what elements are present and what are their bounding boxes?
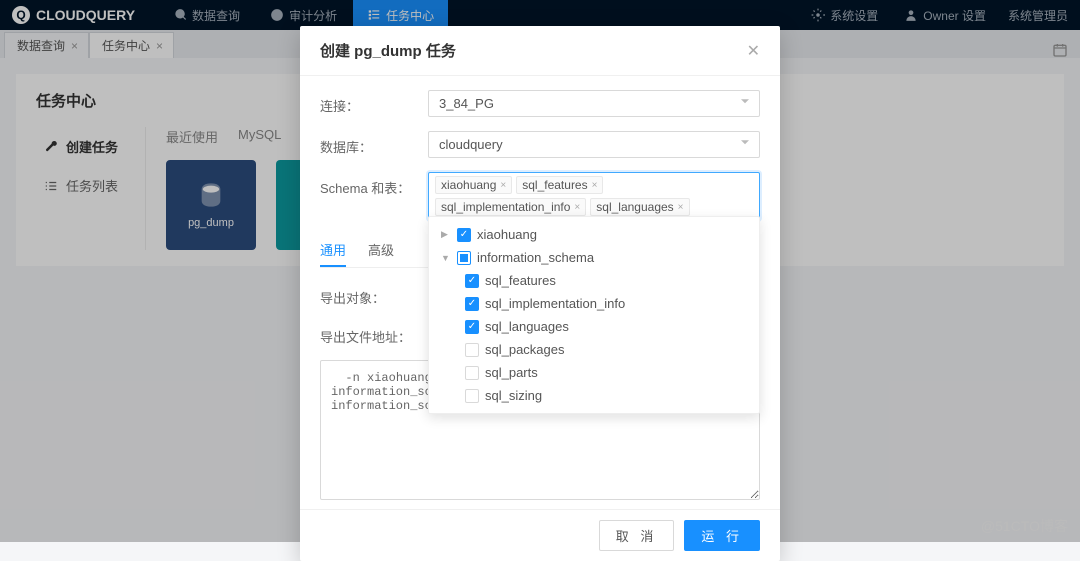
tab-general[interactable]: 通用 <box>320 234 346 267</box>
tree-node-sql-sizing[interactable]: sql_sizing <box>433 384 755 407</box>
tree-node-sql-packages[interactable]: sql_packages <box>433 338 755 361</box>
tag-remove-icon[interactable]: × <box>500 180 506 191</box>
label-database: 数据库： <box>320 131 428 156</box>
checkbox[interactable] <box>465 320 479 334</box>
label-export-path: 导出文件地址： <box>320 321 428 346</box>
checkbox-indeterminate[interactable] <box>457 251 471 265</box>
modal-mask: 创建 pg_dump 任务 ✕ 连接： 3_84_PG 数据库： cloudqu… <box>0 0 1080 542</box>
tree-node-information-schema[interactable]: ▼ information_schema <box>433 246 755 269</box>
label-export-object: 导出对象： <box>320 282 428 307</box>
select-connection[interactable]: 3_84_PG <box>428 90 760 117</box>
tree-node-sql-features[interactable]: sql_features <box>433 269 755 292</box>
checkbox[interactable] <box>465 274 479 288</box>
tag-xiaohuang: xiaohuang× <box>435 176 512 194</box>
checkbox[interactable] <box>465 343 479 357</box>
checkbox[interactable] <box>465 389 479 403</box>
cancel-button[interactable]: 取 消 <box>599 520 675 551</box>
tree-node-xiaohuang[interactable]: ▶ xiaohuang <box>433 223 755 246</box>
label-schema: Schema 和表： <box>320 172 428 197</box>
modal-footer: 取 消 运 行 <box>300 509 780 561</box>
tag-remove-icon[interactable]: × <box>678 202 684 213</box>
modal-close-icon[interactable]: ✕ <box>747 41 760 61</box>
checkbox[interactable] <box>465 366 479 380</box>
tag-remove-icon[interactable]: × <box>574 202 580 213</box>
select-database[interactable]: cloudquery <box>428 131 760 158</box>
tag-sql-features: sql_features× <box>516 176 603 194</box>
run-button[interactable]: 运 行 <box>684 520 760 551</box>
caret-down-icon[interactable]: ▼ <box>441 253 451 263</box>
modal-title: 创建 pg_dump 任务 <box>320 40 456 61</box>
tag-sql-impl-info: sql_implementation_info× <box>435 198 586 216</box>
schema-tag-input[interactable]: xiaohuang× sql_features× sql_implementat… <box>428 172 760 220</box>
tab-advanced[interactable]: 高级 <box>368 234 394 267</box>
watermark: @51CTO博客 <box>981 516 1068 536</box>
caret-right-icon[interactable]: ▶ <box>441 229 451 240</box>
tree-node-sql-parts[interactable]: sql_parts <box>433 361 755 384</box>
tree-node-sql-impl-info[interactable]: sql_implementation_info <box>433 292 755 315</box>
checkbox[interactable] <box>457 228 471 242</box>
tree-node-sql-languages[interactable]: sql_languages <box>433 315 755 338</box>
checkbox[interactable] <box>465 297 479 311</box>
tag-sql-languages: sql_languages× <box>590 198 689 216</box>
modal-create-pgdump: 创建 pg_dump 任务 ✕ 连接： 3_84_PG 数据库： cloudqu… <box>300 26 780 561</box>
schema-tree-dropdown: ▶ xiaohuang ▼ information_schema sql_fea… <box>428 216 760 414</box>
tag-remove-icon[interactable]: × <box>592 180 598 191</box>
label-connection: 连接： <box>320 90 428 115</box>
